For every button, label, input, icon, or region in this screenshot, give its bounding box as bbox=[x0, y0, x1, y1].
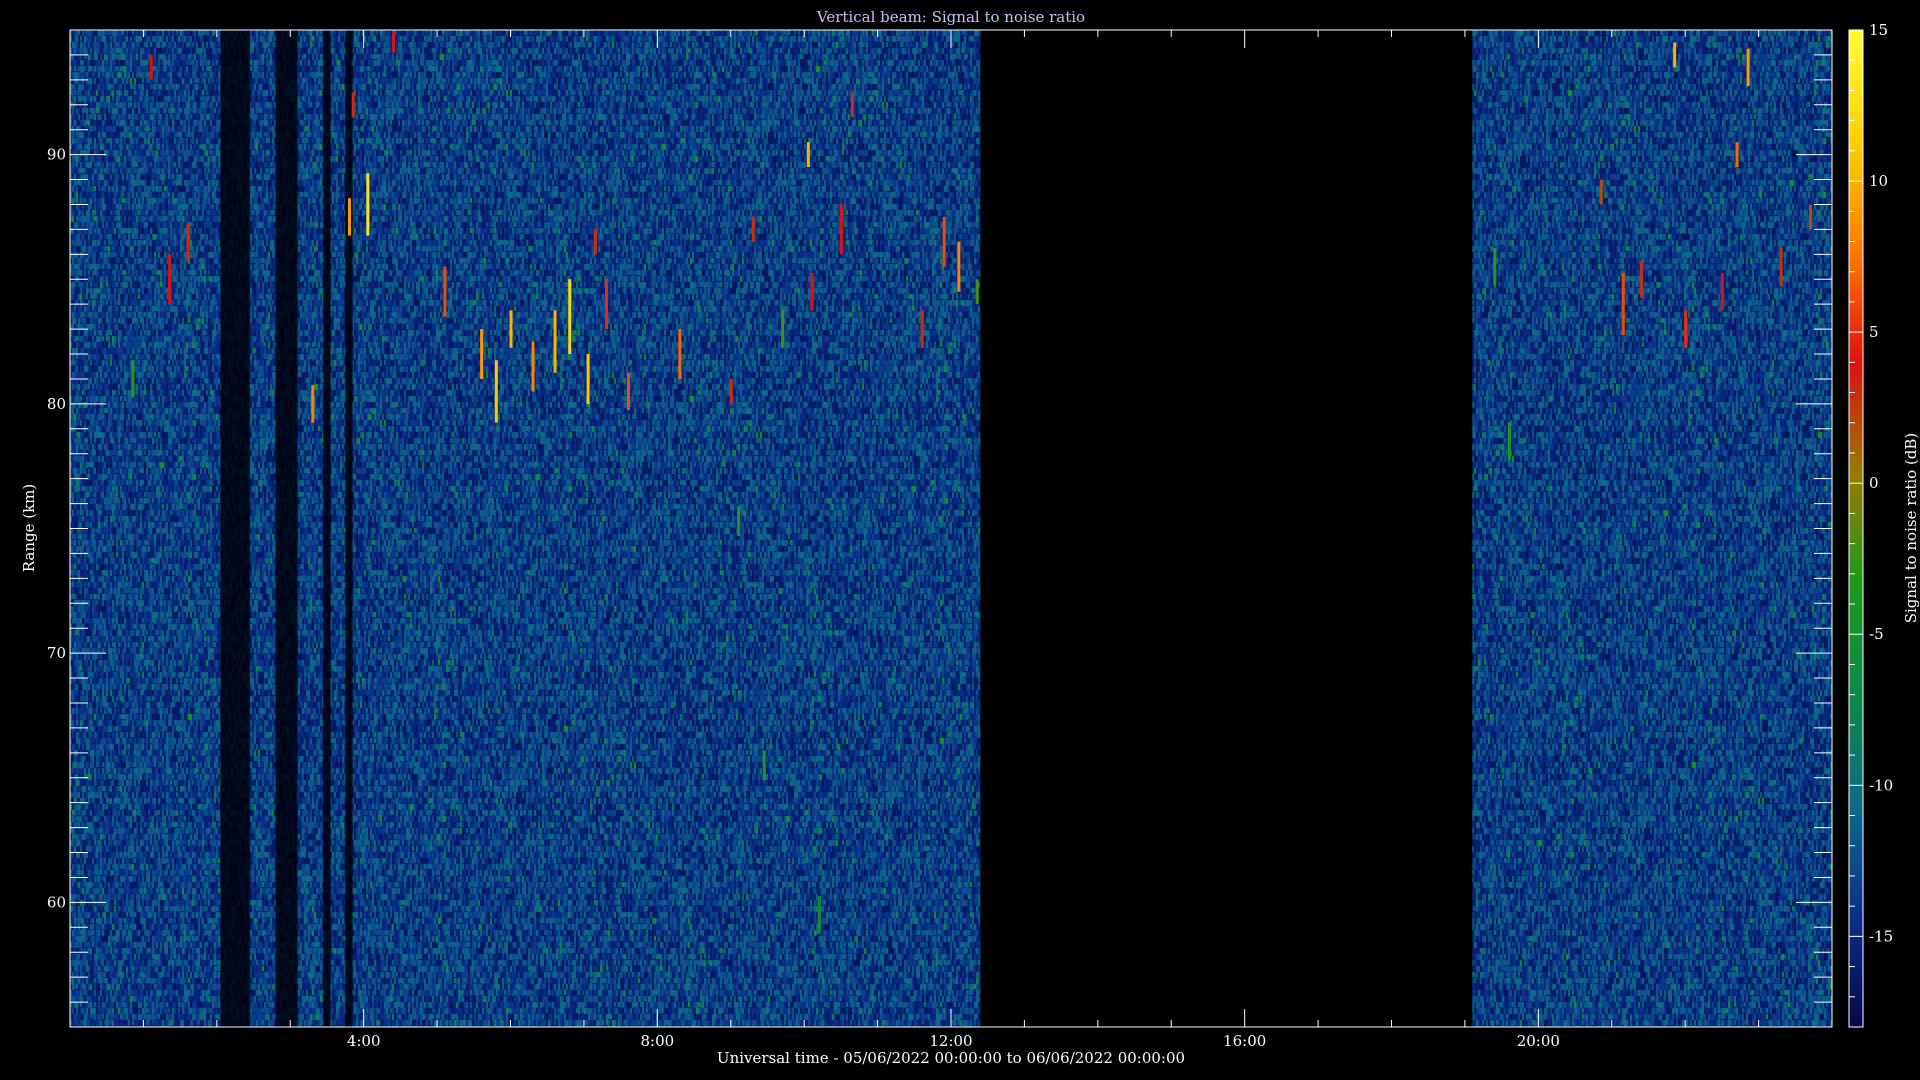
echo-mark-10 bbox=[553, 310, 557, 373]
echo-mark-31 bbox=[168, 254, 172, 305]
echo-mark-12 bbox=[586, 354, 590, 404]
echo-mark-24 bbox=[850, 92, 854, 118]
echo-mark-8 bbox=[509, 310, 513, 348]
echo-mark-3 bbox=[311, 385, 315, 423]
echo-mark-34 bbox=[186, 223, 190, 261]
echo-mark-39 bbox=[1640, 260, 1644, 298]
y-axis-label: Range (km) bbox=[20, 484, 38, 573]
colorbar-tick-label-5: -10 bbox=[1869, 776, 1893, 794]
heatmap-layer bbox=[70, 30, 1832, 1027]
echo-mark-20 bbox=[781, 310, 785, 348]
y-tick-label-1: 70 bbox=[47, 644, 66, 662]
colorbar-tick-label-2: 5 bbox=[1869, 323, 1879, 341]
colorbar-label: Signal to noise ratio (dB) bbox=[1902, 433, 1920, 624]
echo-mark-45 bbox=[1808, 204, 1812, 230]
echo-mark-11 bbox=[568, 279, 572, 355]
echo-mark-6 bbox=[480, 329, 484, 379]
noise-background bbox=[70, 30, 1832, 1027]
echo-mark-35 bbox=[1493, 248, 1497, 286]
chart-title: Vertical beam: Signal to noise ratio bbox=[816, 8, 1085, 26]
echo-mark-25 bbox=[762, 750, 766, 781]
y-tick-label-0: 60 bbox=[47, 893, 66, 911]
echo-mark-43 bbox=[1746, 48, 1750, 87]
colorbar-tick-label-6: -15 bbox=[1869, 927, 1893, 945]
echo-mark-33 bbox=[131, 360, 135, 398]
colorbar-tick-label-0: 15 bbox=[1869, 21, 1888, 39]
echo-mark-41 bbox=[1720, 273, 1724, 311]
chart-canvas: Vertical beam: Signal to noise ratio 4:0… bbox=[0, 0, 1920, 1080]
echo-mark-44 bbox=[1673, 42, 1677, 68]
echo-mark-40 bbox=[1684, 310, 1688, 348]
echo-mark-23 bbox=[839, 204, 843, 255]
echo-mark-32 bbox=[149, 54, 153, 80]
echo-mark-36 bbox=[1507, 422, 1511, 460]
echo-mark-19 bbox=[751, 216, 755, 242]
echo-mark-30 bbox=[975, 279, 979, 305]
x-tick-label-2: 12:00 bbox=[929, 1032, 972, 1050]
colorbar-tick-label-4: -5 bbox=[1869, 625, 1884, 643]
echo-mark-14 bbox=[626, 372, 630, 411]
echo-mark-26 bbox=[817, 896, 821, 934]
echo-mark-16 bbox=[678, 329, 682, 379]
echo-mark-9 bbox=[531, 341, 535, 392]
echo-mark-15 bbox=[593, 229, 597, 255]
echo-mark-22 bbox=[806, 142, 810, 168]
echo-mark-7 bbox=[494, 360, 498, 423]
echo-mark-13 bbox=[604, 279, 608, 330]
echo-mark-38 bbox=[1621, 273, 1625, 336]
chart-svg: Vertical beam: Signal to noise ratio 4:0… bbox=[20, 8, 1920, 1067]
y-tick-label-2: 80 bbox=[47, 395, 66, 413]
echo-mark-27 bbox=[920, 310, 924, 348]
y-tick-label-3: 90 bbox=[47, 146, 66, 164]
echo-mark-21 bbox=[810, 273, 814, 311]
colorbar bbox=[1848, 29, 1864, 1028]
echo-mark-46 bbox=[1779, 248, 1783, 286]
echo-mark-2 bbox=[351, 92, 355, 118]
echo-mark-5 bbox=[443, 266, 447, 317]
x-tick-label-4: 20:00 bbox=[1517, 1032, 1560, 1050]
echo-mark-37 bbox=[1599, 179, 1603, 205]
colorbar-tick-label-3: 0 bbox=[1869, 474, 1879, 492]
echo-mark-0 bbox=[366, 173, 370, 236]
echo-mark-29 bbox=[957, 241, 961, 292]
colorbar-tick-label-1: 10 bbox=[1869, 172, 1888, 190]
echo-mark-17 bbox=[729, 378, 733, 404]
x-tick-label-0: 4:00 bbox=[347, 1032, 381, 1050]
x-axis-label: Universal time - 05/06/2022 00:00:00 to … bbox=[717, 1049, 1185, 1067]
echo-mark-4 bbox=[392, 32, 396, 53]
x-tick-label-3: 16:00 bbox=[1223, 1032, 1266, 1050]
echo-mark-1 bbox=[347, 198, 351, 236]
echo-mark-18 bbox=[737, 506, 741, 536]
echo-mark-42 bbox=[1735, 142, 1739, 168]
x-tick-label-1: 8:00 bbox=[640, 1032, 674, 1050]
echo-mark-28 bbox=[942, 216, 946, 267]
